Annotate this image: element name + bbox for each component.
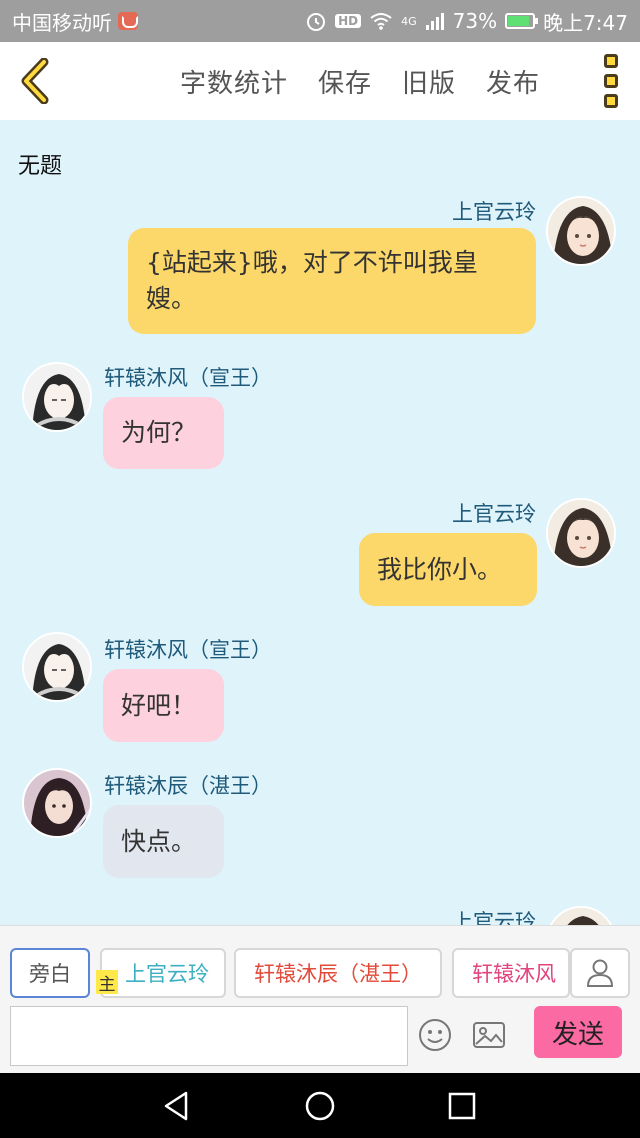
message-bubble[interactable]: 好吧！ xyxy=(103,669,224,742)
avatar[interactable] xyxy=(22,632,92,702)
recent-apps-icon[interactable] xyxy=(445,1089,479,1123)
wifi-icon xyxy=(370,13,392,30)
battery-percent: 73% xyxy=(452,9,498,33)
word-count-button[interactable]: 字数统计 xyxy=(180,63,288,100)
mail-notification-icon xyxy=(118,12,138,30)
avatar[interactable] xyxy=(546,906,616,925)
message-right: 上官云玲 {站起来}哦，对了不许叫我皇嫂。 xyxy=(0,120,640,350)
avatar[interactable] xyxy=(546,498,616,568)
role-selector: 旁白 上官云玲 主 轩辕沐辰（湛王） 轩辕沐风 xyxy=(0,948,640,1000)
clock: 晚上7:47 xyxy=(543,10,628,35)
battery-icon xyxy=(505,13,539,29)
speaker-name: 轩辕沐辰（湛王） xyxy=(104,774,272,798)
chevron-left-icon xyxy=(21,58,49,104)
alarm-icon xyxy=(307,13,326,31)
speaker-name: 轩辕沐风（宣王） xyxy=(104,638,272,662)
message-bubble[interactable]: 为何？ xyxy=(103,397,224,469)
status-bar: 中国移动听 HD 4G 73% 晚上7:47 xyxy=(0,0,640,42)
message-left: 轩辕沐风（宣王） 好吧！ xyxy=(0,620,640,750)
send-button[interactable]: 发送 xyxy=(534,1006,622,1058)
manage-roles-button[interactable] xyxy=(570,948,630,998)
message-left: 轩辕沐风（宣王） 为何？ xyxy=(0,350,640,480)
person-icon xyxy=(586,959,614,987)
home-circle-icon[interactable] xyxy=(303,1089,337,1123)
role-xuan-button[interactable]: 轩辕沐风 xyxy=(452,948,570,998)
composer-panel: 旁白 上官云玲 主 轩辕沐辰（湛王） 轩辕沐风 发送 xyxy=(0,925,640,1073)
speaker-name: 轩辕沐风（宣王） xyxy=(104,366,272,390)
back-button[interactable] xyxy=(0,42,70,120)
more-vertical-icon[interactable] xyxy=(604,54,618,108)
message-left: 轩辕沐辰（湛王） 快点。 xyxy=(0,760,640,890)
publish-button[interactable]: 发布 xyxy=(486,63,540,100)
back-triangle-icon[interactable] xyxy=(160,1089,194,1123)
avatar[interactable] xyxy=(546,196,616,266)
speaker-name: 上官云玲 xyxy=(452,200,536,224)
network-type-label: 4G xyxy=(401,14,417,28)
top-toolbar: 字数统计 保存 旧版 发布 xyxy=(0,42,640,120)
message-input[interactable] xyxy=(10,1006,408,1066)
input-row: 发送 xyxy=(0,1006,640,1068)
chat-area[interactable]: 无题 上官云玲 {站起来}哦，对了不许叫我皇嫂。 轩辕沐风（宣王） 为何？ 上官… xyxy=(0,120,640,925)
avatar[interactable] xyxy=(22,362,92,432)
message-right: 上官云玲 xyxy=(0,890,640,925)
message-right: 上官云玲 我比你小。 xyxy=(0,480,640,620)
system-nav-bar xyxy=(0,1073,640,1138)
hd-badge: HD xyxy=(335,14,362,28)
message-bubble[interactable]: 我比你小。 xyxy=(359,533,537,606)
role-zhan-button[interactable]: 轩辕沐辰（湛王） xyxy=(234,948,442,998)
avatar[interactable] xyxy=(22,768,92,838)
signal-icon xyxy=(425,13,444,30)
message-bubble[interactable]: {站起来}哦，对了不许叫我皇嫂。 xyxy=(128,228,536,334)
old-version-button[interactable]: 旧版 xyxy=(402,63,456,100)
role-shangguan-button[interactable]: 上官云玲 xyxy=(100,948,226,998)
main-role-tag: 主 xyxy=(96,970,118,995)
message-bubble[interactable]: 快点。 xyxy=(103,805,224,878)
carrier-label: 中国移动听 xyxy=(12,10,112,35)
save-button[interactable]: 保存 xyxy=(318,63,372,100)
role-narration-button[interactable]: 旁白 xyxy=(10,948,90,998)
smiley-icon[interactable] xyxy=(418,1018,452,1052)
speaker-name: 上官云玲 xyxy=(452,910,536,925)
speaker-name: 上官云玲 xyxy=(452,502,536,526)
image-icon[interactable] xyxy=(472,1018,506,1052)
